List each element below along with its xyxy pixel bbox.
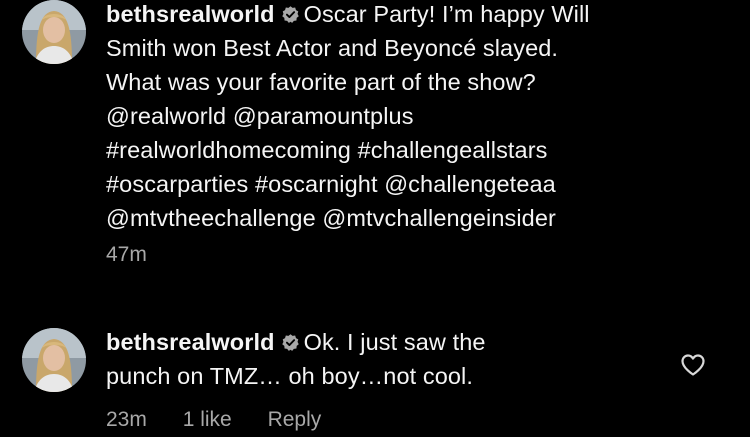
comment-line: punch on TMZ… oh boy…not cool.	[106, 363, 474, 389]
like-count[interactable]: 1 like	[183, 408, 232, 432]
comment-text: bethsrealworld Ok. I just saw the punch o…	[106, 325, 666, 393]
comment-line-text: Ok. I just saw the	[303, 329, 486, 355]
comment-meta: 23m 1 like Reply	[106, 408, 351, 432]
avatar[interactable]	[22, 0, 86, 64]
comment-line: bethsrealworld Ok. I just saw the	[106, 325, 666, 359]
caption-line: What was your favorite part of the show?	[106, 69, 536, 95]
caption-meta: 47m	[106, 243, 177, 267]
reply-button[interactable]: Reply	[268, 408, 322, 432]
caption-text: bethsrealworld Oscar Party! I’m happy Wil…	[106, 0, 726, 235]
username[interactable]: bethsrealworld	[106, 1, 275, 27]
comments-screen: bethsrealworld Oscar Party! I’m happy Wil…	[0, 0, 750, 437]
caption-line-text: Oscar Party! I’m happy Will	[303, 1, 590, 27]
caption-line: Smith won Best Actor and Beyoncé slayed.	[106, 35, 559, 61]
caption-line: @realworld @paramountplus	[106, 103, 414, 129]
timestamp: 23m	[106, 408, 147, 431]
caption-line: #realworldhomecoming #challengeallstars	[106, 137, 548, 163]
caption-line: @mtvtheechallenge @mtvchallengeinsider	[106, 205, 556, 231]
verified-badge-icon	[281, 333, 300, 352]
username[interactable]: bethsrealworld	[106, 329, 275, 355]
caption-line: bethsrealworld Oscar Party! I’m happy Wil…	[106, 0, 726, 31]
heart-outline-icon[interactable]	[680, 353, 706, 377]
caption-line: #oscarparties #oscarnight @challengeteaa	[106, 171, 556, 197]
timestamp: 47m	[106, 243, 147, 266]
avatar[interactable]	[22, 328, 86, 392]
verified-badge-icon	[281, 5, 300, 24]
